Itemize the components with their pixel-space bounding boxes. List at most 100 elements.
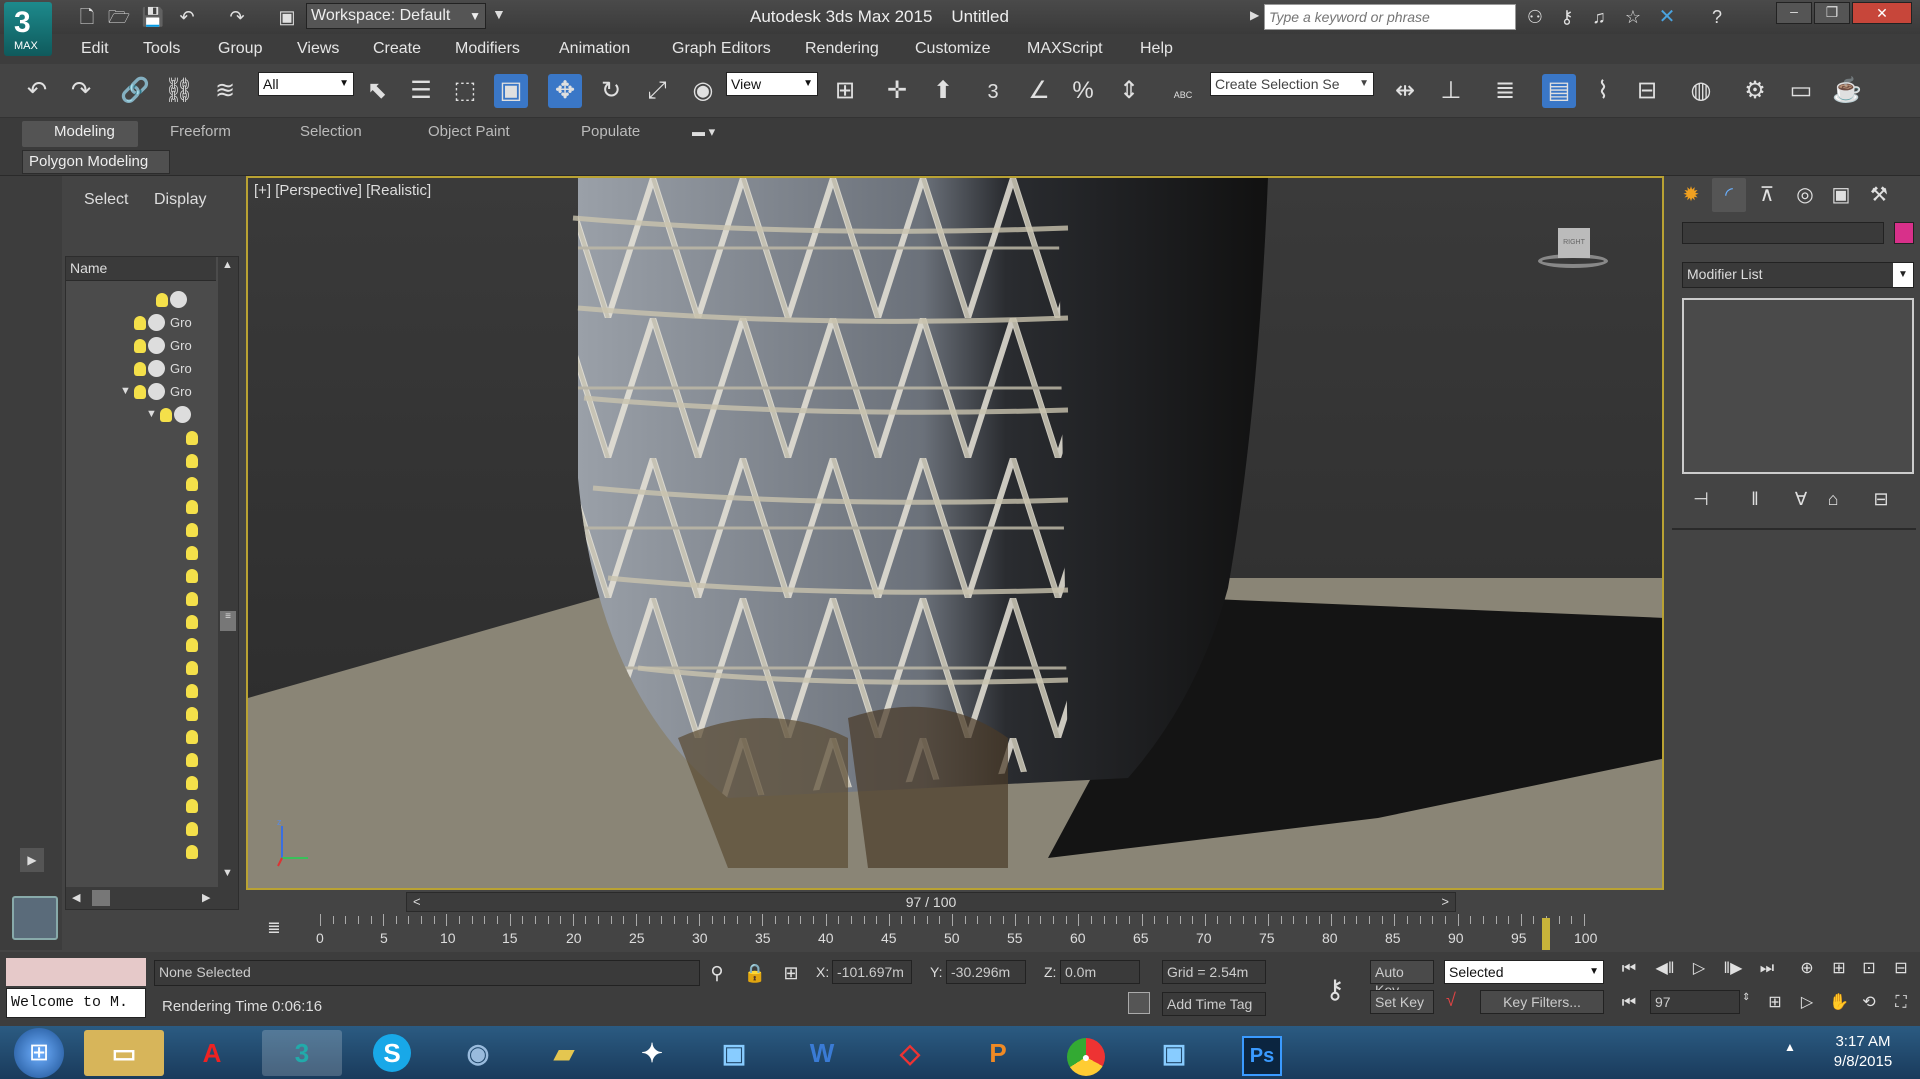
undo-icon[interactable]: ↶ (170, 0, 204, 34)
word-taskbar-icon[interactable]: W (782, 1030, 862, 1076)
scale-icon[interactable]: ⤢ (640, 74, 674, 108)
remove-modifier-icon[interactable]: ⌂ (1816, 482, 1850, 516)
list-item[interactable]: Gro (66, 312, 226, 335)
ribbon-tab-populate[interactable]: Populate (581, 123, 640, 140)
orbit-icon[interactable]: ⟲ (1852, 986, 1886, 1020)
light-bulb-icon[interactable] (186, 661, 198, 675)
list-item[interactable] (66, 542, 226, 565)
light-bulb-icon[interactable] (186, 454, 198, 468)
percent-snap-icon[interactable]: % (1066, 74, 1100, 108)
rotate-icon[interactable]: ↻ (594, 74, 628, 108)
menu-create[interactable]: Create (373, 40, 421, 58)
place-icon[interactable]: ◉ (686, 74, 720, 108)
pan-icon[interactable]: ✋ (1822, 986, 1856, 1020)
communication-center-icon[interactable]: ♫ (1582, 0, 1616, 34)
mirror-icon[interactable]: ⇹ (1388, 74, 1422, 108)
scroll-left-icon[interactable]: ◀ (72, 891, 80, 904)
list-item[interactable] (66, 795, 226, 818)
exchange-icon[interactable]: ✕ (1650, 0, 1684, 34)
scroll-h-thumb[interactable] (92, 890, 110, 906)
field-of-view-icon[interactable]: ▷ (1790, 986, 1824, 1020)
image-viewer-taskbar-icon[interactable]: ▣ (1134, 1030, 1214, 1076)
photo-viewer-taskbar-icon[interactable]: ▣ (694, 1030, 774, 1076)
set-key-big-icon[interactable]: ⚷ (1318, 972, 1352, 1006)
list-item[interactable] (66, 841, 226, 864)
search-input[interactable] (1264, 4, 1516, 30)
auto-key-button[interactable]: Auto Key (1370, 960, 1434, 998)
light-bulb-icon[interactable] (186, 730, 198, 744)
list-item[interactable] (66, 726, 226, 749)
render-setup-icon[interactable]: ⚙ (1738, 74, 1772, 108)
rendered-frame-window-icon[interactable]: ▭ (1784, 74, 1818, 108)
redo-icon[interactable]: ↷ (64, 74, 98, 108)
list-item[interactable] (66, 565, 226, 588)
viewport-layout-button[interactable] (12, 896, 58, 940)
light-bulb-icon[interactable] (134, 316, 146, 330)
powerpoint-taskbar-icon[interactable]: P (958, 1030, 1038, 1076)
scene-explorer-icon[interactable]: ▤ (1542, 74, 1576, 108)
app-logo[interactable]: 3 MAX (4, 2, 52, 56)
zoom-extents-all-icon[interactable]: ⊟ (1884, 952, 1918, 986)
light-bulb-icon[interactable] (186, 546, 198, 560)
sketchup-taskbar-icon[interactable]: ◇ (870, 1030, 950, 1076)
expand-triangle-icon[interactable]: ▼ (146, 408, 157, 420)
binoculars-icon[interactable]: ⚇ (1518, 0, 1552, 34)
light-bulb-icon[interactable] (186, 707, 198, 721)
menu-group[interactable]: Group (218, 40, 262, 58)
timeline-track[interactable]: 0 5 10 15 20 25 30 35 40 45 50 55 60 65 … (246, 890, 1664, 952)
playhead[interactable] (1542, 918, 1551, 950)
list-item[interactable] (66, 772, 226, 795)
unlink-icon[interactable]: ⛓ (162, 74, 196, 108)
viewcube[interactable]: RIGHT (1538, 228, 1608, 268)
set-key-button[interactable]: Set Key (1370, 990, 1434, 1014)
light-bulb-icon[interactable] (186, 615, 198, 629)
render-teapot-icon[interactable]: ☕ (1830, 74, 1864, 108)
menu-views[interactable]: Views (297, 40, 339, 58)
menu-graph-editors[interactable]: Graph Editors (672, 40, 771, 58)
scroll-down-icon[interactable]: ▼ (222, 867, 233, 879)
menu-animation[interactable]: Animation (559, 40, 630, 58)
scene-tab-display[interactable]: Display (154, 191, 206, 209)
qat-expand-icon[interactable]: ▼ (492, 6, 506, 22)
list-item[interactable] (66, 289, 226, 312)
time-tag-icon[interactable] (1128, 992, 1150, 1014)
explorer-taskbar-icon[interactable]: ▭ (84, 1030, 164, 1076)
cinema4d-taskbar-icon[interactable]: ◉ (438, 1030, 518, 1076)
perspective-viewport[interactable]: [+] [Perspective] [Realistic] RIGHT z (246, 176, 1664, 890)
named-selection-set-dropdown[interactable]: Create Selection Se ▼ (1210, 72, 1374, 96)
pivot-center-icon[interactable]: ⊞ (828, 74, 862, 108)
list-item[interactable]: Gro (66, 358, 226, 381)
animation-app-taskbar-icon[interactable]: ✦ (612, 1030, 692, 1076)
list-item[interactable] (66, 680, 226, 703)
list-item[interactable] (66, 450, 226, 473)
modify-tab-icon[interactable]: ◜ (1712, 178, 1746, 212)
list-item[interactable] (66, 634, 226, 657)
show-hidden-icons[interactable]: ▲ (1784, 1040, 1796, 1054)
isolate-selection-icon[interactable]: ⚲ (700, 956, 734, 990)
link-icon[interactable]: 🔗 (118, 74, 152, 108)
minimize-button[interactable]: – (1776, 2, 1812, 24)
light-bulb-icon[interactable] (134, 362, 146, 376)
show-end-result-icon[interactable]: ‖ (1738, 482, 1772, 516)
column-header[interactable]: Name (66, 257, 216, 281)
menu-tools[interactable]: Tools (143, 40, 180, 58)
utilities-tab-icon[interactable]: ⚒ (1862, 178, 1896, 212)
visibility-icon[interactable] (170, 291, 187, 308)
favorites-star-icon[interactable]: ☆ (1616, 0, 1650, 34)
start-button-icon[interactable]: ⊞ (14, 1028, 64, 1078)
visibility-icon[interactable] (174, 406, 191, 423)
menu-rendering[interactable]: Rendering (805, 40, 879, 58)
menu-maxscript[interactable]: MAXScript (1027, 40, 1103, 58)
light-bulb-icon[interactable] (134, 385, 146, 399)
light-bulb-icon[interactable] (186, 822, 198, 836)
light-bulb-icon[interactable] (186, 753, 198, 767)
edit-named-selection-icon[interactable]: ABC (1166, 74, 1200, 108)
object-name-field[interactable] (1682, 222, 1884, 244)
move-icon[interactable]: ✥ (548, 74, 582, 108)
light-bulb-icon[interactable] (186, 500, 198, 514)
maxscript-output[interactable]: Welcome to M. (6, 988, 146, 1018)
reference-coordinate-dropdown[interactable]: View ▼ (726, 72, 818, 96)
light-bulb-icon[interactable] (160, 408, 172, 422)
motion-tab-icon[interactable]: ◎ (1788, 178, 1822, 212)
list-item[interactable] (66, 473, 226, 496)
